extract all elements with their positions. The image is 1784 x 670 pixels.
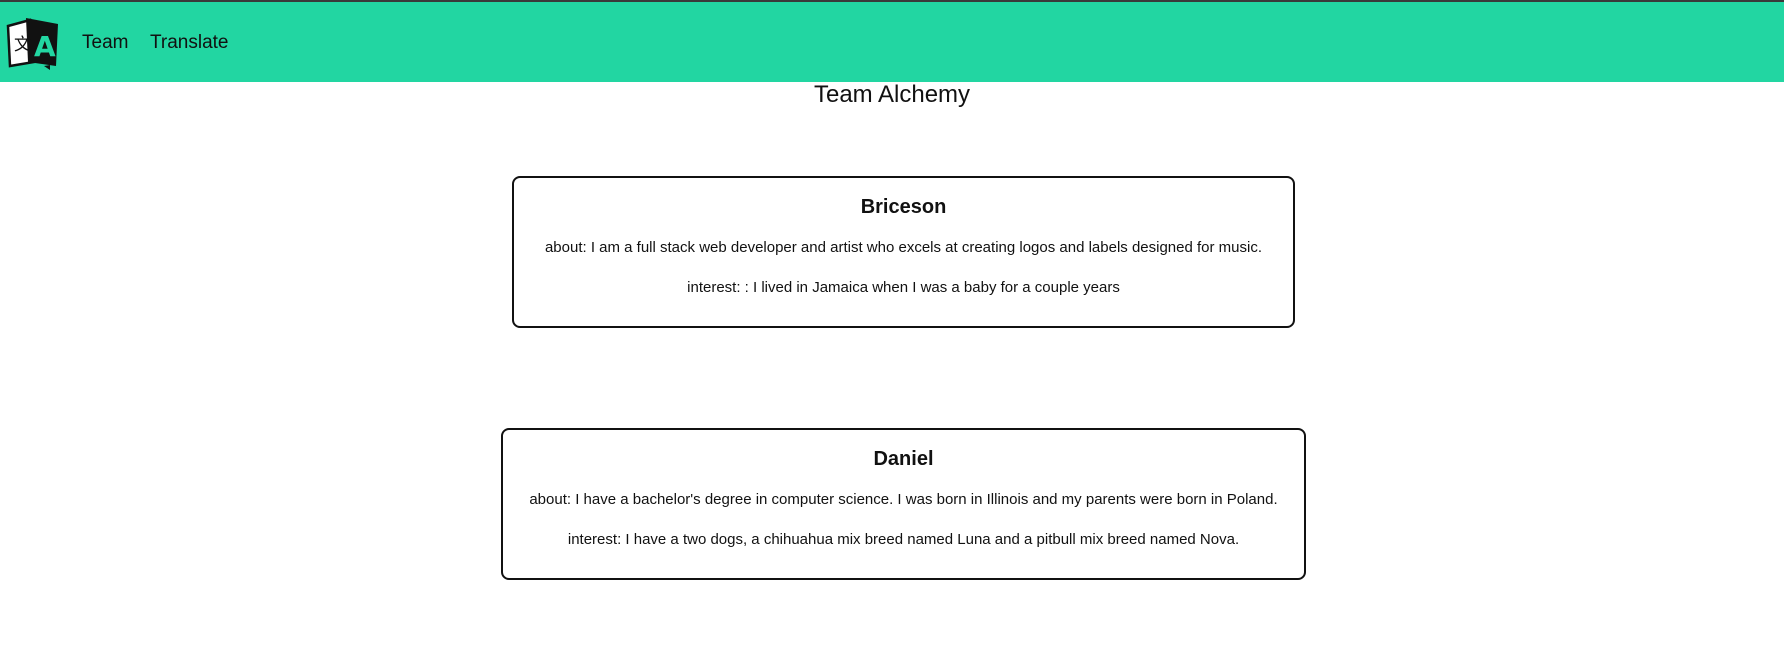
translate-icon[interactable]: 文 A	[4, 16, 62, 70]
member-about: about: I am a full stack web developer a…	[544, 239, 1263, 256]
nav-link-team[interactable]: Team	[82, 31, 128, 55]
member-interest: interest: I have a two dogs, a chihuahua…	[567, 531, 1240, 548]
member-name: Briceson	[860, 196, 947, 218]
top-navbar: 文 A Team Translate	[0, 0, 1784, 82]
svg-text:A: A	[34, 30, 56, 63]
member-card-daniel: Daniel about: I have a bachelor's degree…	[501, 428, 1306, 580]
member-card-briceson: Briceson about: I am a full stack web de…	[512, 176, 1295, 328]
member-interest: interest: : I lived in Jamaica when I wa…	[687, 279, 1120, 296]
member-name: Daniel	[873, 448, 934, 470]
page-title: Team Alchemy	[813, 81, 971, 108]
svg-text:文: 文	[14, 35, 31, 55]
nav-link-translate[interactable]: Translate	[150, 31, 229, 55]
member-about: about: I have a bachelor's degree in com…	[529, 491, 1278, 508]
